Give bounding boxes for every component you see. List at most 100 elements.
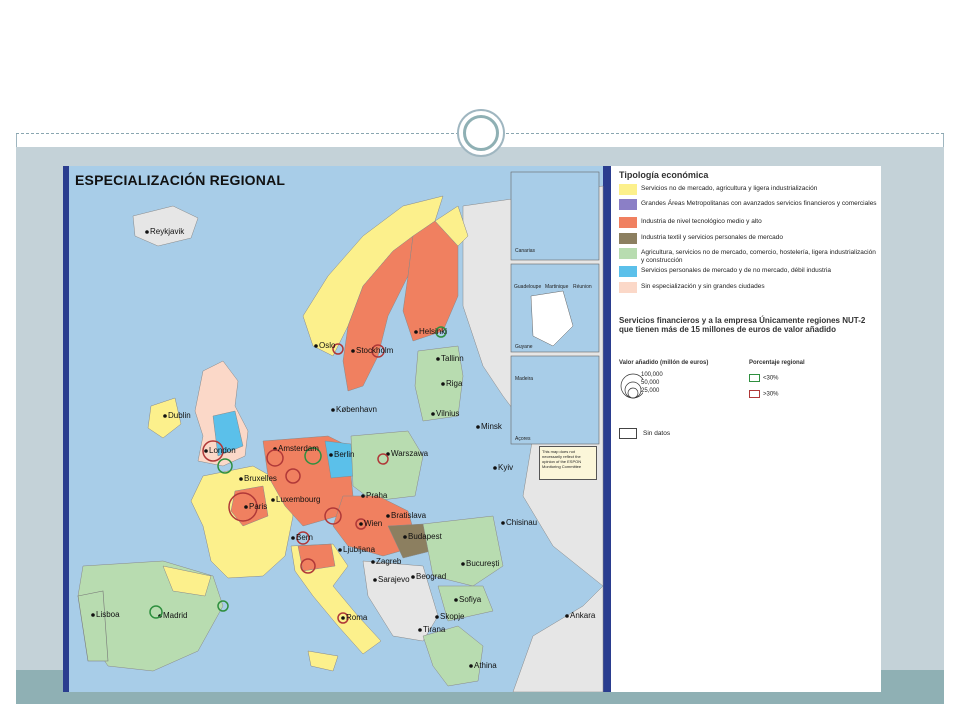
city-dot: [271, 498, 275, 502]
city-dot: [414, 330, 418, 334]
legend-label: Servicios personales de mercado y de no …: [641, 267, 832, 274]
city-dot: [501, 521, 505, 525]
circle-ornament-inner: [463, 115, 499, 151]
city-label: Berlin: [334, 450, 355, 459]
city-label: Sarajevo: [378, 575, 410, 584]
city-dot: [469, 664, 473, 668]
city-label: Helsinki: [419, 327, 448, 336]
city-label: București: [466, 559, 500, 568]
city-dot: [239, 477, 243, 481]
legend-swatch: [619, 266, 637, 277]
inset-label-guyane: Guyane: [515, 344, 533, 350]
city-label: Wien: [364, 519, 383, 528]
city-dot: [386, 514, 390, 518]
regional-percent-swatch-high: [749, 390, 760, 398]
regional-percent-row: >30%: [749, 390, 779, 398]
legend-label: Grandes Áreas Metropolitanas con avanzad…: [641, 200, 877, 207]
financial-services-title: Servicios financieros y a la empresa Úni…: [619, 316, 866, 334]
map-border-left: [63, 166, 69, 692]
city-label: Roma: [346, 613, 368, 622]
city-label: Reykjavik: [150, 227, 185, 236]
value-added-level: 25,000: [641, 388, 660, 394]
value-added-circles: [620, 373, 643, 399]
city-dot: [244, 505, 248, 509]
city-label: Vilnius: [436, 409, 460, 418]
value-added-title: Valor añadido (millón de euros): [619, 360, 709, 366]
inset-canarias: [510, 171, 600, 261]
city-dot: [329, 453, 333, 457]
city-label: Luxembourg: [276, 495, 321, 504]
legend-swatch: [619, 282, 637, 293]
region-poland: [350, 430, 424, 502]
city-dot: [371, 560, 375, 564]
circle-ornament: [457, 109, 505, 157]
city-label: Beograd: [416, 572, 447, 581]
regional-percent-title: Porcentaje regional: [749, 360, 805, 366]
city-dot: [493, 466, 497, 470]
value-added-level: 50,000: [641, 380, 660, 386]
city-dot: [91, 613, 95, 617]
regional-percent-label: >30%: [763, 391, 779, 398]
map-disclaimer: This map does not necessarily reflect th…: [539, 446, 597, 480]
city-label: Ankara: [570, 611, 596, 620]
inset-atlantic: [510, 355, 600, 445]
europe-map: [63, 166, 611, 692]
legend-swatch: [619, 248, 637, 259]
value-added-circle-medium: [624, 381, 642, 399]
city-label: Chisinau: [506, 518, 538, 527]
city-dot: [403, 535, 407, 539]
legend-label: Agricultura, servicios no de mercado, co…: [641, 249, 876, 264]
city-dot: [441, 382, 445, 386]
city-dot: [338, 548, 342, 552]
legend-swatch: [619, 233, 637, 244]
city-dot: [435, 615, 439, 619]
city-label: London: [209, 446, 236, 455]
region-north-italy: [297, 543, 336, 572]
city-dot: [351, 349, 355, 353]
city-dot: [476, 425, 480, 429]
city-label: Dublin: [168, 411, 191, 420]
legend-label: Industria textil y servicios personales …: [641, 234, 783, 241]
map-legend: Tipología económica Servicios no de merc…: [611, 166, 881, 692]
city-label: Bratislava: [391, 511, 427, 520]
city-dot: [341, 616, 345, 620]
legend-label: Sin especialización y sin grandes ciudad…: [641, 283, 765, 290]
city-label: Tallinn: [441, 354, 464, 363]
value-added-circle-small: [627, 387, 639, 399]
city-dot: [291, 536, 295, 540]
city-dot: [314, 344, 318, 348]
regional-percent-row: <30%: [749, 374, 779, 382]
city-label: Tirana: [423, 625, 446, 634]
value-added-level: 100,000: [641, 372, 663, 378]
city-label: Bern: [296, 533, 313, 542]
city-label: Lisboa: [96, 610, 120, 619]
legend-heading: Tipología económica: [619, 170, 709, 180]
inset-label-madeira: Madeira: [515, 376, 534, 382]
city-label: Athina: [474, 661, 497, 670]
map-border-right: [603, 166, 611, 692]
inset-label-martinique: Martinique: [545, 284, 569, 290]
city-dot: [418, 628, 422, 632]
city-label: Oslo: [319, 341, 336, 350]
city-label: Bruxelles: [244, 474, 277, 483]
city-label: Ljubljana: [343, 545, 376, 554]
city-dot: [436, 357, 440, 361]
city-dot: [163, 414, 167, 418]
city-label: Skopje: [440, 612, 465, 621]
city-label: Kyiv: [498, 463, 514, 472]
city-dot: [373, 578, 377, 582]
city-dot: [204, 449, 208, 453]
city-dot: [411, 575, 415, 579]
city-label: Paris: [249, 502, 268, 511]
city-dot: [359, 522, 363, 526]
city-dot: [461, 562, 465, 566]
city-label: Amsterdam: [278, 444, 319, 453]
city-label: Budapest: [408, 532, 442, 541]
city-label: Riga: [446, 379, 463, 388]
regional-percent-swatch-low: [749, 374, 760, 382]
city-dot: [565, 614, 569, 618]
no-data-legend: Sin datos: [619, 428, 670, 439]
regional-percent-label: <30%: [763, 375, 779, 382]
city-dot: [145, 230, 149, 234]
inset-label-guadeloupe: Guadeloupe: [514, 284, 542, 290]
